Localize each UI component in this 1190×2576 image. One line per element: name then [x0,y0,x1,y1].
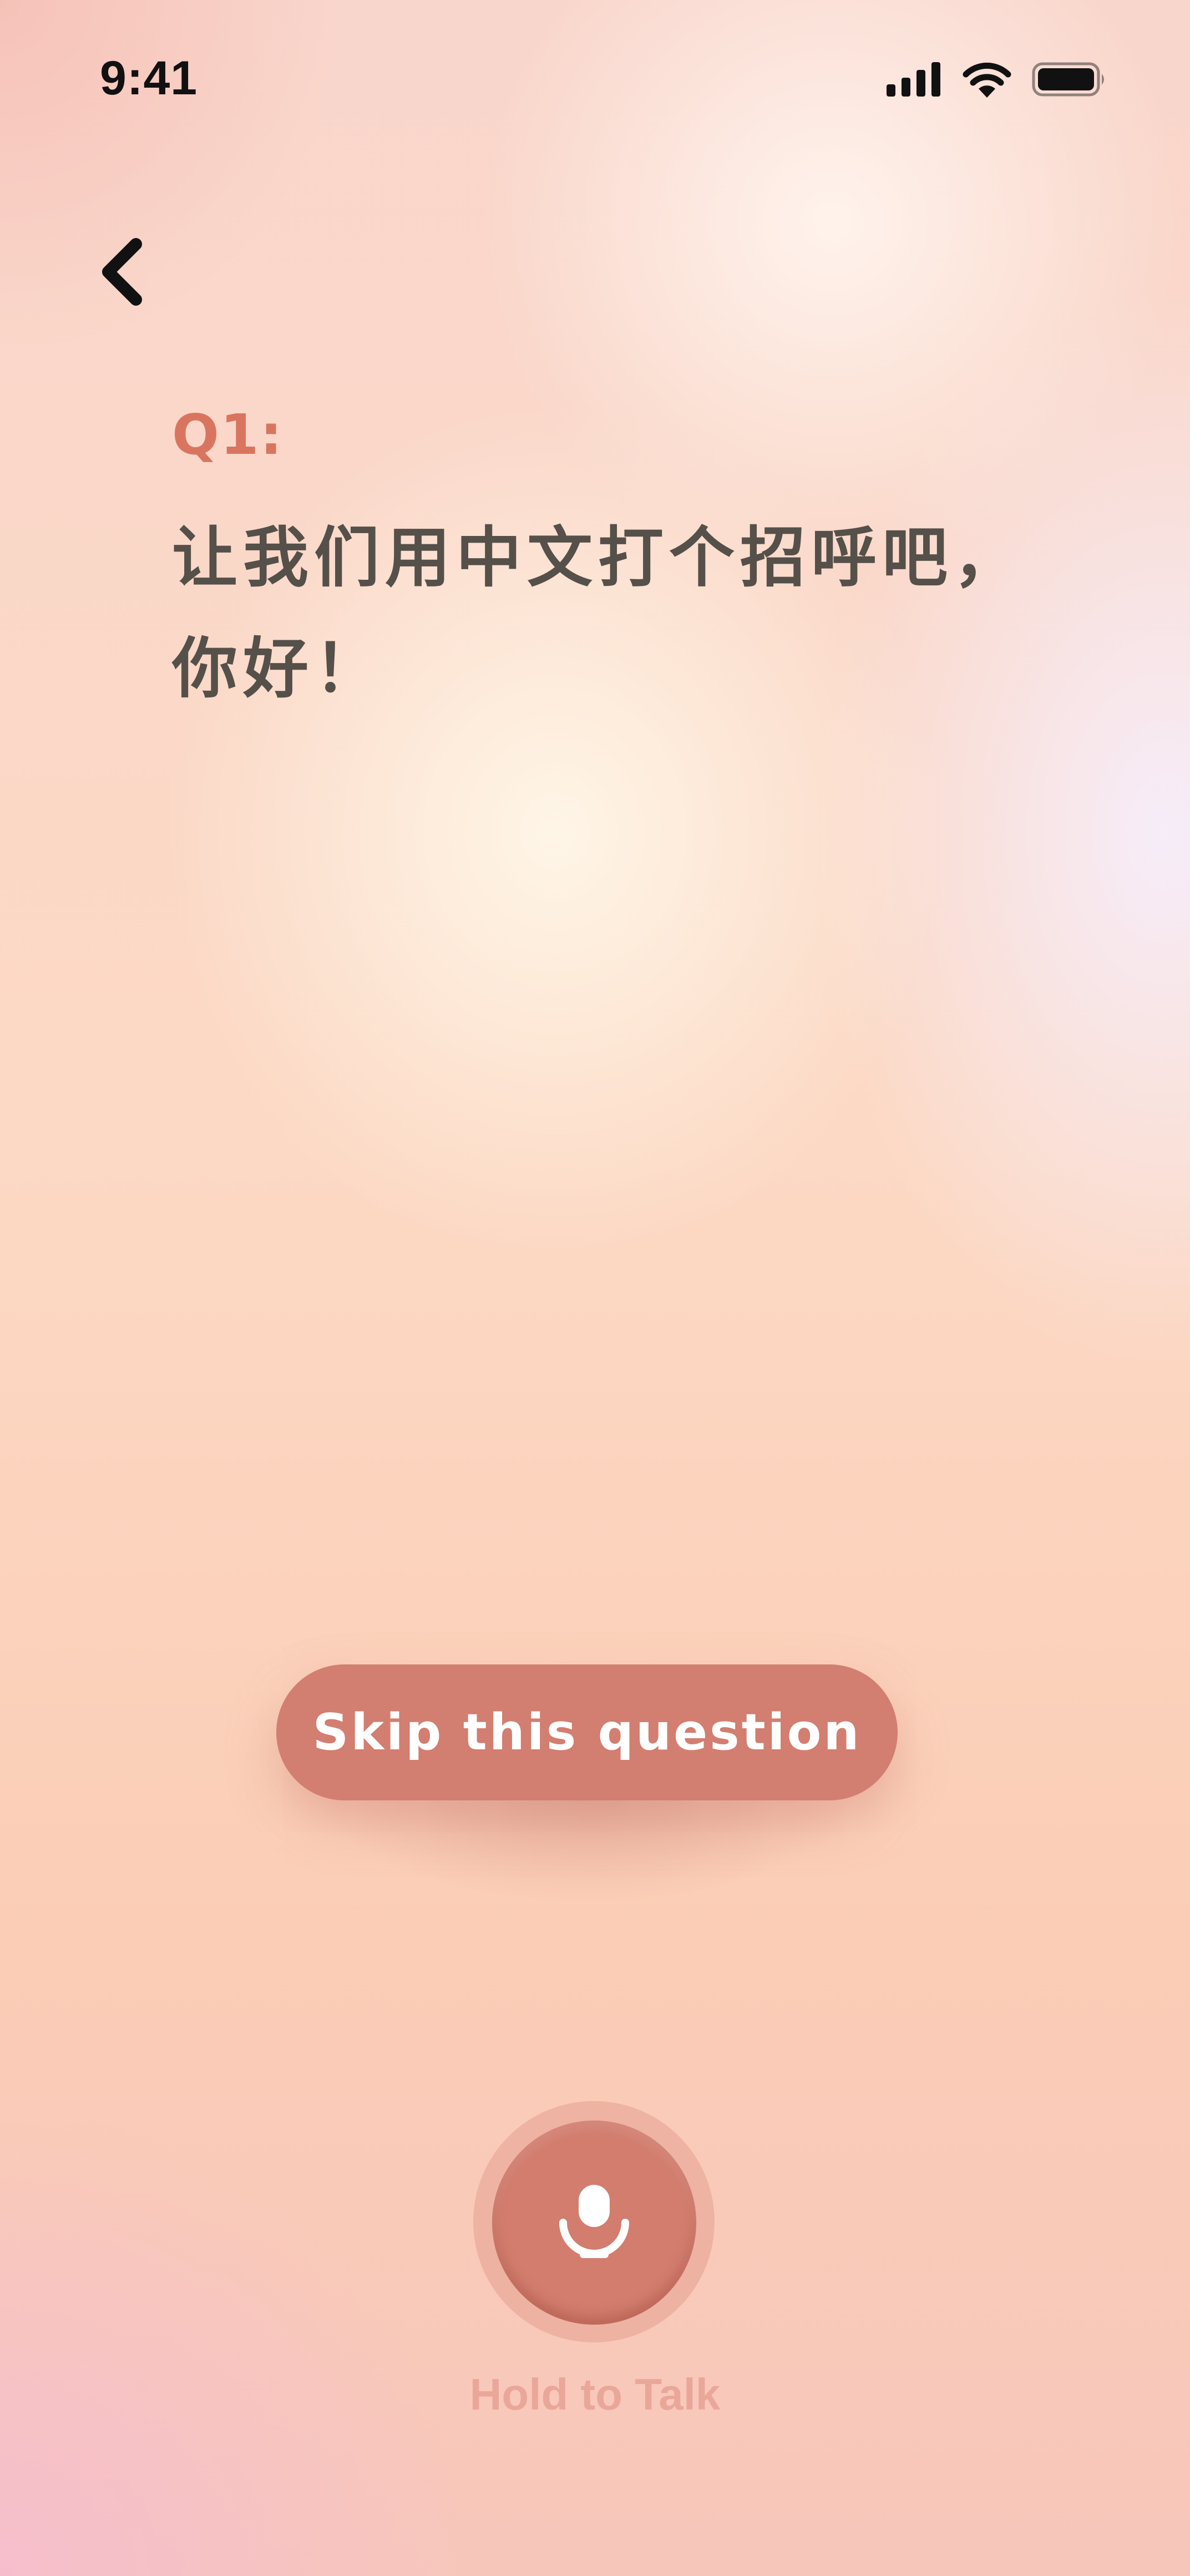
status-time: 9:41 [100,52,198,105]
battery-icon [1032,62,1104,97]
question-line-1: 让我们用中文打个招呼吧， [172,519,1025,596]
question-text: 让我们用中文打个招呼吧， 你好！ [172,502,1087,724]
question-line-2: 你好！ [172,630,386,707]
chevron-left-icon [102,238,142,306]
status-bar: 9:41 [0,0,1190,161]
back-button[interactable] [94,236,150,308]
skip-question-button[interactable]: Skip this question [276,1664,898,1800]
microphone-icon [559,2185,629,2258]
wifi-icon [963,62,1011,98]
status-icons [887,61,1107,98]
hold-to-talk-button[interactable] [492,2120,696,2325]
hold-to-talk-label: Hold to Talk [469,2370,721,2419]
question-number: Q1: [172,402,283,467]
cellular-signal-icon [887,62,940,97]
